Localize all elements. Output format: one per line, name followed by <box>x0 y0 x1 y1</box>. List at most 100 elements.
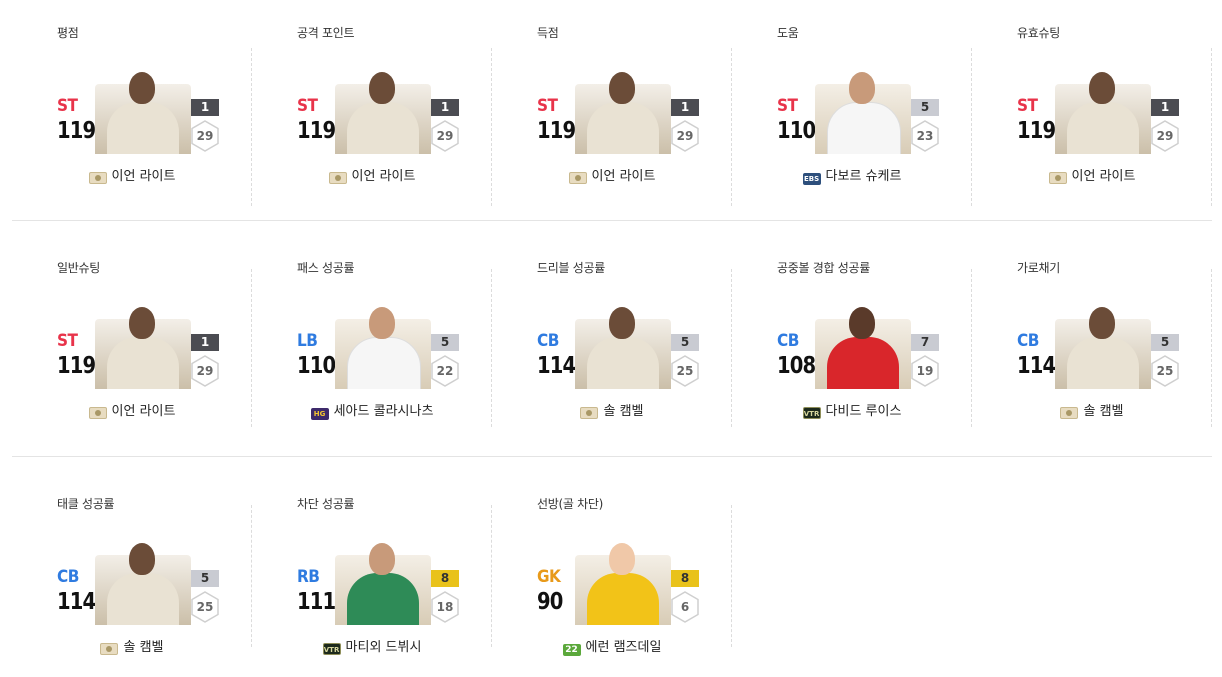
enhance-rank-badge: 5 <box>1151 334 1179 351</box>
player-name[interactable]: 다보르 슈케르 <box>826 169 902 184</box>
player-ovr: 108 <box>777 353 816 379</box>
player-ovr: 110 <box>297 353 336 379</box>
player-name-line[interactable]: VTR 마티외 드뷔시 <box>252 636 492 655</box>
player-position: CB <box>57 567 79 587</box>
player-photo[interactable] <box>815 301 911 389</box>
player-photo[interactable] <box>815 66 911 154</box>
player-photo[interactable] <box>575 537 671 625</box>
player-name-line[interactable]: 이언 라이트 <box>252 165 492 184</box>
player-photo[interactable] <box>575 66 671 154</box>
player-photo[interactable] <box>575 301 671 389</box>
level-badge: 25 <box>1151 355 1179 387</box>
level-value: 23 <box>916 129 934 143</box>
stat-card[interactable]: 도움 ST 110 5 23 EBS 다보르 슈케르 <box>732 0 972 236</box>
player-photo[interactable] <box>1055 301 1151 389</box>
player-name-line[interactable]: 이언 라이트 <box>492 165 732 184</box>
player-name-line[interactable]: 솔 캠벨 <box>972 400 1212 419</box>
player-name[interactable]: 에런 램즈데일 <box>586 640 662 655</box>
player-name-line[interactable]: 22 에런 램즈데일 <box>492 636 732 656</box>
player-ovr: 114 <box>57 589 96 615</box>
player-name-line[interactable]: 솔 캠벨 <box>492 400 732 419</box>
player-ovr: 114 <box>537 353 576 379</box>
player-name-line[interactable]: 이언 라이트 <box>12 400 252 419</box>
player-card[interactable]: CB 114 5 25 <box>1017 301 1207 395</box>
player-name[interactable]: 솔 캠벨 <box>1083 404 1123 419</box>
season-icon <box>100 643 119 655</box>
player-name[interactable]: 다비드 루이스 <box>826 404 902 419</box>
player-card[interactable]: CB 114 5 25 <box>57 537 247 631</box>
stat-card[interactable]: 드리블 성공률 CB 114 5 25 솔 캠벨 <box>492 221 732 457</box>
season-icon <box>1048 172 1067 184</box>
stat-card[interactable]: 선방(골 차단) GK 90 8 6 22 에런 램즈데일 <box>492 457 732 677</box>
enhance-rank-badge: 8 <box>431 570 459 587</box>
player-name[interactable]: 이언 라이트 <box>1072 169 1136 184</box>
player-card[interactable]: LB 110 5 22 <box>297 301 487 395</box>
player-name-line[interactable]: HG 세아드 콜라시나츠 <box>252 400 492 420</box>
enhance-rank-badge: 1 <box>191 99 219 116</box>
player-photo[interactable] <box>95 301 191 389</box>
level-value: 29 <box>436 129 454 143</box>
player-card[interactable]: ST 119 1 29 <box>1017 66 1207 160</box>
player-ovr: 90 <box>537 589 563 615</box>
stat-card[interactable]: 공중볼 경합 성공률 CB 108 7 19 VTR 다비드 루이스 <box>732 221 972 457</box>
player-name-line[interactable]: VTR 다비드 루이스 <box>732 400 972 419</box>
player-name[interactable]: 이언 라이트 <box>112 169 176 184</box>
player-card[interactable]: ST 119 1 29 <box>537 66 727 160</box>
player-position: LB <box>297 331 318 351</box>
player-position: ST <box>57 331 78 351</box>
player-name[interactable]: 마티외 드뷔시 <box>346 640 422 655</box>
player-card[interactable]: ST 110 5 23 <box>777 66 967 160</box>
stat-title: 평점 <box>57 26 79 40</box>
stat-title: 도움 <box>777 26 799 40</box>
player-name-line[interactable]: 솔 캠벨 <box>12 636 252 655</box>
player-name[interactable]: 이언 라이트 <box>592 169 656 184</box>
season-icon: 22 <box>562 644 581 656</box>
player-photo[interactable] <box>335 537 431 625</box>
stat-card[interactable]: 가로채기 CB 114 5 25 솔 캠벨 <box>972 221 1212 457</box>
player-card[interactable]: CB 108 7 19 <box>777 301 967 395</box>
level-badge: 6 <box>671 591 699 623</box>
player-name-line[interactable]: 이언 라이트 <box>972 165 1212 184</box>
player-name-line[interactable]: 이언 라이트 <box>12 165 252 184</box>
enhance-rank-badge: 7 <box>911 334 939 351</box>
stat-card[interactable]: 태클 성공률 CB 114 5 25 솔 캠벨 <box>12 457 252 677</box>
player-card[interactable]: ST 119 1 29 <box>57 66 247 160</box>
player-card[interactable]: ST 119 1 29 <box>297 66 487 160</box>
level-value: 19 <box>916 364 934 378</box>
level-badge: 29 <box>1151 120 1179 152</box>
stat-title: 득점 <box>537 26 559 40</box>
player-name-line[interactable]: EBS 다보르 슈케르 <box>732 165 972 185</box>
player-photo[interactable] <box>335 66 431 154</box>
player-photo[interactable] <box>335 301 431 389</box>
stat-card[interactable]: 득점 ST 119 1 29 이언 라이트 <box>492 0 732 236</box>
level-badge: 18 <box>431 591 459 623</box>
level-badge: 23 <box>911 120 939 152</box>
player-ovr: 119 <box>1017 118 1056 144</box>
player-position: ST <box>537 96 558 116</box>
level-badge: 29 <box>671 120 699 152</box>
player-name[interactable]: 솔 캠벨 <box>603 404 643 419</box>
player-photo[interactable] <box>95 66 191 154</box>
player-card[interactable]: GK 90 8 6 <box>537 537 727 631</box>
player-photo[interactable] <box>95 537 191 625</box>
level-value: 25 <box>676 364 694 378</box>
level-badge: 19 <box>911 355 939 387</box>
stat-card[interactable]: 일반슈팅 ST 119 1 29 이언 라이트 <box>12 221 252 457</box>
stat-card[interactable]: 패스 성공률 LB 110 5 22 HG 세아드 콜라시나츠 <box>252 221 492 457</box>
stat-card[interactable]: 유효슈팅 ST 119 1 29 이언 라이트 <box>972 0 1212 236</box>
season-icon <box>328 172 347 184</box>
player-photo[interactable] <box>1055 66 1151 154</box>
stat-card[interactable]: 차단 성공률 RB 111 8 18 VTR 마티외 드뷔시 <box>252 457 492 677</box>
player-name[interactable]: 이언 라이트 <box>112 404 176 419</box>
player-card[interactable]: RB 111 8 18 <box>297 537 487 631</box>
season-icon <box>580 407 599 419</box>
player-name[interactable]: 세아드 콜라시나츠 <box>334 404 434 419</box>
player-name[interactable]: 이언 라이트 <box>352 169 416 184</box>
player-card[interactable]: ST 119 1 29 <box>57 301 247 395</box>
player-card[interactable]: CB 114 5 25 <box>537 301 727 395</box>
stat-card[interactable]: 공격 포인트 ST 119 1 29 이언 라이트 <box>252 0 492 236</box>
stat-card[interactable]: 평점 ST 119 1 29 이언 라이트 <box>12 0 252 236</box>
stat-title: 선방(골 차단) <box>537 497 603 511</box>
player-name[interactable]: 솔 캠벨 <box>123 640 163 655</box>
player-position: ST <box>1017 96 1038 116</box>
